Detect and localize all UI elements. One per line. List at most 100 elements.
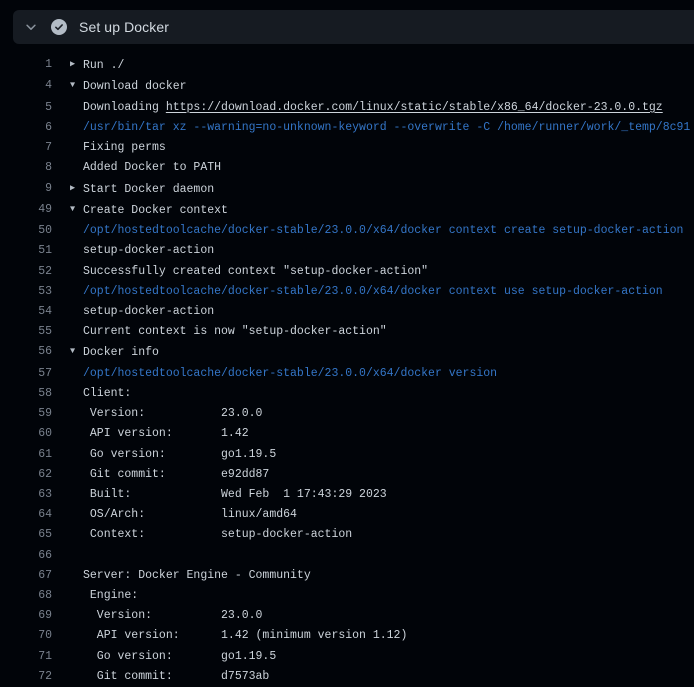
line-number[interactable]: 9 [0,179,52,200]
line-number[interactable]: 54 [0,302,52,322]
log-line: 59 Version: 23.0.0 [0,404,694,424]
log-text: Git commit: d7573ab [70,667,269,687]
log-console: 1▶Run ./4▼Download docker5Downloading ht… [0,55,694,687]
group-title: Download docker [83,80,187,93]
group-title: Start Docker daemon [83,183,214,196]
line-number[interactable]: 68 [0,586,52,606]
line-number[interactable]: 53 [0,282,52,302]
log-text: Engine: [70,586,138,606]
group-toggle[interactable]: ▼Download docker [70,76,187,97]
line-number[interactable]: 66 [0,546,52,566]
group-toggle[interactable]: ▶Run ./ [70,55,124,76]
log-text: Current context is now "setup-docker-act… [70,322,387,342]
log-line: 55 Current context is now "setup-docker-a… [0,322,694,342]
line-number[interactable]: 1 [0,55,52,76]
line-number[interactable]: 6 [0,118,52,138]
line-number[interactable]: 57 [0,364,52,384]
step-status-check-icon [51,19,67,35]
log-line: 60 API version: 1.42 [0,424,694,444]
line-number[interactable]: 65 [0,525,52,545]
group-toggle[interactable]: ▶Start Docker daemon [70,179,214,200]
log-line: 7 Fixing perms [0,138,694,158]
log-text: Added Docker to PATH [70,158,221,178]
log-line: 51setup-docker-action [0,241,694,261]
line-number[interactable]: 5 [0,98,52,118]
line-number[interactable]: 51 [0,241,52,261]
log-line: 66 [0,546,694,566]
log-line: 72 Git commit: d7573ab [0,667,694,687]
log-text: Context: setup-docker-action [70,525,352,545]
log-line: 52 Successfully created context "setup-do… [0,262,694,282]
log-line: 4 ▼Download docker [0,76,694,97]
triangle-down-icon[interactable]: ▼ [70,76,83,95]
log-text: Built: Wed Feb 1 17:43:29 2023 [70,485,387,505]
log-line: 69 Version: 23.0.0 [0,606,694,626]
line-number[interactable]: 71 [0,647,52,667]
log-text: Version: 23.0.0 [70,404,262,424]
log-line: 50/opt/hostedtoolcache/docker-stable/23.… [0,221,694,241]
log-line: 65 Context: setup-docker-action [0,525,694,545]
group-toggle[interactable]: ▼Docker info [70,342,159,363]
line-number[interactable]: 4 [0,76,52,97]
line-number[interactable]: 8 [0,158,52,178]
log-line: 8 Added Docker to PATH [0,158,694,178]
group-toggle[interactable]: ▼Create Docker context [70,200,228,221]
triangle-right-icon[interactable]: ▶ [70,179,83,198]
log-text: Go version: go1.19.5 [70,445,276,465]
log-text [70,546,83,566]
line-number[interactable]: 52 [0,262,52,282]
triangle-right-icon[interactable]: ▶ [70,55,83,74]
line-number[interactable]: 61 [0,445,52,465]
log-line: 68 Engine: [0,586,694,606]
log-text: Successfully created context "setup-dock… [70,262,428,282]
log-line: 9 ▶Start Docker daemon [0,179,694,200]
line-number[interactable]: 69 [0,606,52,626]
log-line: 1 ▶Run ./ [0,55,694,76]
line-number[interactable]: 50 [0,221,52,241]
log-line: 71 Go version: go1.19.5 [0,647,694,667]
log-text: Server: Docker Engine - Community [70,566,311,586]
chevron-down-icon[interactable] [24,20,38,34]
line-number[interactable]: 58 [0,384,52,404]
command-text: /usr/bin/tar xz --warning=no-unknown-key… [70,118,690,138]
log-line: 57/opt/hostedtoolcache/docker-stable/23.… [0,364,694,384]
step-title: Set up Docker [79,19,169,35]
group-title: Run ./ [83,59,124,72]
log-line: 61 Go version: go1.19.5 [0,445,694,465]
line-number[interactable]: 62 [0,465,52,485]
log-text: API version: 1.42 [70,424,249,444]
line-number[interactable]: 72 [0,667,52,687]
command-text: /opt/hostedtoolcache/docker-stable/23.0.… [70,282,663,302]
log-text: Downloading https://download.docker.com/… [70,98,663,118]
line-number[interactable]: 64 [0,505,52,525]
line-number[interactable]: 60 [0,424,52,444]
line-number[interactable]: 59 [0,404,52,424]
line-number[interactable]: 67 [0,566,52,586]
log-line: 53/opt/hostedtoolcache/docker-stable/23.… [0,282,694,302]
command-text: /opt/hostedtoolcache/docker-stable/23.0.… [70,221,683,241]
log-link[interactable]: https://download.docker.com/linux/static… [166,101,663,114]
log-line: 63 Built: Wed Feb 1 17:43:29 2023 [0,485,694,505]
log-line: 54 setup-docker-action [0,302,694,322]
log-line: 58 Client: [0,384,694,404]
group-title: Docker info [83,347,159,360]
log-line: 64 OS/Arch: linux/amd64 [0,505,694,525]
log-text: Fixing perms [70,138,166,158]
line-number[interactable]: 70 [0,626,52,646]
triangle-down-icon[interactable]: ▼ [70,342,83,361]
log-line: 62 Git commit: e92dd87 [0,465,694,485]
group-title: Create Docker context [83,204,228,217]
log-line: 56 ▼Docker info [0,342,694,363]
command-text: /opt/hostedtoolcache/docker-stable/23.0.… [70,364,497,384]
log-text: OS/Arch: linux/amd64 [70,505,297,525]
log-text: setup-docker-action [70,302,214,322]
log-text: Client: [70,384,131,404]
line-number[interactable]: 7 [0,138,52,158]
step-header[interactable]: Set up Docker [13,10,694,44]
triangle-down-icon[interactable]: ▼ [70,200,83,219]
line-number[interactable]: 63 [0,485,52,505]
line-number[interactable]: 55 [0,322,52,342]
log-line: 67 Server: Docker Engine - Community [0,566,694,586]
line-number[interactable]: 49 [0,200,52,221]
line-number[interactable]: 56 [0,342,52,363]
